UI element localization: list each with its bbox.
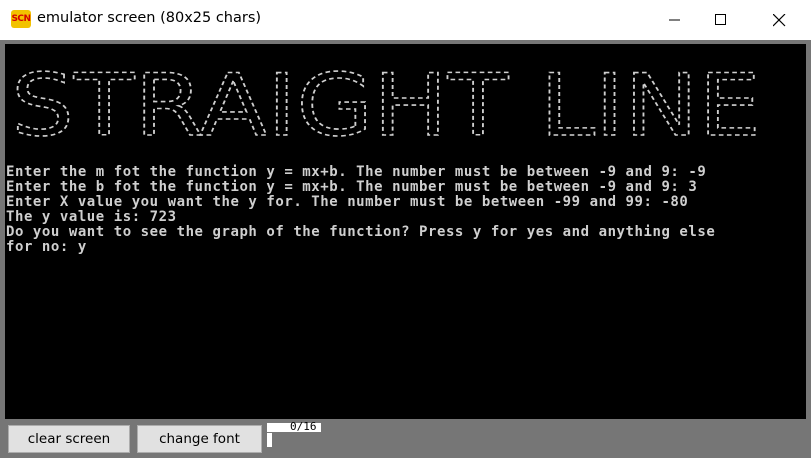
minimize-button[interactable]: [652, 0, 697, 40]
console-screen[interactable]: STRAIGHT LINE Enter the m fot the functi…: [5, 44, 806, 419]
console-line-5: Do you want to see the graph of the func…: [6, 224, 716, 240]
window-title: emulator screen (80x25 chars): [37, 10, 262, 26]
counter-text: 0/16: [290, 420, 317, 433]
console-line-1: Enter the m fot the function y = mx+b. T…: [6, 164, 707, 180]
app-icon: SCN: [11, 10, 31, 28]
counter-progress: [267, 433, 272, 447]
close-button[interactable]: [757, 0, 802, 40]
change-font-button[interactable]: change font: [137, 425, 262, 453]
banner-text: STRAIGHT LINE: [11, 67, 761, 147]
close-icon: [773, 13, 786, 26]
maximize-icon: [714, 14, 726, 25]
maximize-button[interactable]: [698, 0, 743, 40]
console-line-4: The y value is: 723: [6, 209, 177, 225]
clear-screen-button[interactable]: clear screen: [8, 425, 130, 453]
title-bar[interactable]: SCN emulator screen (80x25 chars): [0, 0, 811, 40]
console-line-6: for no: y: [6, 239, 87, 255]
minimize-icon: [668, 19, 680, 21]
console-line-3: Enter X value you want the y for. The nu…: [6, 194, 689, 210]
emulator-window: SCN emulator screen (80x25 chars) STRAIG…: [0, 0, 811, 458]
console-line-2: Enter the b fot the function y = mx+b. T…: [6, 179, 698, 195]
ascii-banner: STRAIGHT LINE: [10, 67, 762, 147]
